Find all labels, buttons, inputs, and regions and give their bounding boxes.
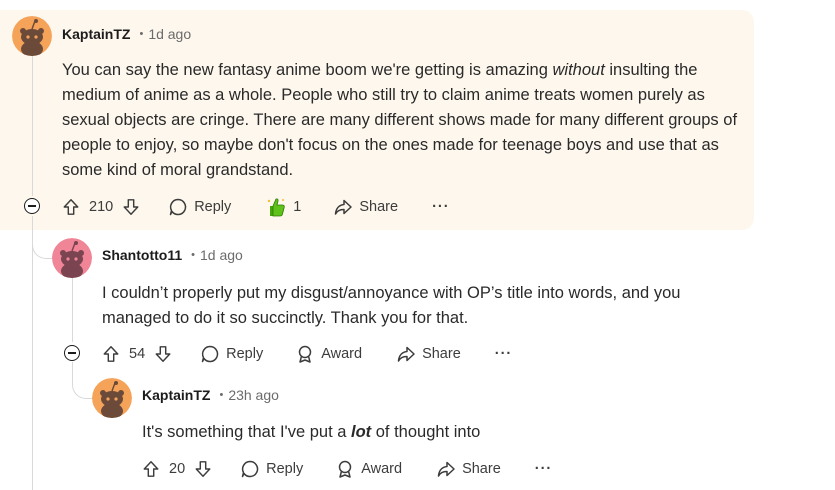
downvote-icon[interactable]	[194, 460, 212, 478]
comment-text-italic: without	[552, 61, 605, 79]
thread-line	[32, 216, 33, 490]
separator-dot: •	[219, 389, 224, 401]
more-options-icon: ···	[534, 461, 553, 477]
avatar[interactable]	[92, 378, 132, 418]
share-arrow-icon	[333, 197, 353, 217]
collapse-thread-button[interactable]	[24, 198, 40, 214]
timestamp[interactable]: 1d ago	[200, 247, 243, 263]
comment-text-bold-italic: lot	[351, 423, 372, 441]
reply-bubble-icon	[240, 459, 260, 479]
award-count: 1	[293, 199, 302, 215]
reply-button[interactable]: Reply	[200, 344, 263, 364]
vote-group: 210	[62, 198, 140, 216]
award-icon	[295, 344, 315, 364]
award-label: Award	[361, 461, 403, 477]
comment-text: You can say the new fantasy anime boom w…	[62, 61, 553, 79]
reply-bubble-icon	[200, 344, 220, 364]
comment-actions: 20 Reply Award Share ···	[142, 454, 552, 484]
upvote-icon[interactable]	[142, 460, 160, 478]
comment-text: of thought into	[371, 423, 481, 441]
vote-group: 54	[102, 345, 172, 363]
more-options-button[interactable]: ···	[495, 346, 513, 362]
vote-group: 20	[142, 460, 212, 478]
collapse-thread-button[interactable]	[64, 345, 80, 361]
downvote-icon[interactable]	[122, 198, 140, 216]
thumbs-up-award-icon	[265, 196, 287, 218]
comment-body: You can say the new fantasy anime boom w…	[62, 58, 752, 183]
award-label: Award	[321, 346, 363, 362]
separator-dot: •	[139, 28, 144, 40]
thread-elbow	[72, 362, 93, 399]
timestamp[interactable]: 1d ago	[148, 26, 191, 42]
separator-dot: •	[191, 249, 195, 261]
share-label: Share	[359, 199, 399, 215]
award-button[interactable]: Award	[335, 459, 402, 479]
share-arrow-icon	[396, 344, 416, 364]
more-options-icon: ···	[494, 346, 513, 362]
comment-meta: KaptainTZ • 1d ago	[62, 26, 191, 42]
reply-button[interactable]: Reply	[168, 197, 231, 217]
upvote-icon[interactable]	[62, 198, 80, 216]
thread-elbow	[32, 230, 53, 259]
reply-label: Reply	[194, 199, 232, 215]
share-button[interactable]: Share	[396, 344, 461, 364]
more-options-button[interactable]: ···	[432, 199, 450, 215]
vote-count: 210	[89, 199, 114, 215]
share-label: Share	[422, 346, 461, 362]
vote-count: 20	[169, 461, 186, 477]
award-button[interactable]: Award	[295, 344, 362, 364]
downvote-icon[interactable]	[154, 345, 172, 363]
comment-body: It's something that I've put a lot of th…	[142, 420, 742, 445]
share-arrow-icon	[436, 459, 456, 479]
upvote-icon[interactable]	[102, 345, 120, 363]
share-label: Share	[462, 461, 501, 477]
more-options-button[interactable]: ···	[535, 461, 553, 477]
comment-meta: KaptainTZ • 23h ago	[142, 387, 279, 403]
timestamp[interactable]: 23h ago	[228, 387, 279, 403]
thread-line	[72, 278, 73, 342]
author-name[interactable]: KaptainTZ	[142, 387, 210, 403]
comment-actions: 54 Reply Award Share ···	[102, 339, 512, 369]
reply-label: Reply	[266, 461, 304, 477]
vote-count: 54	[129, 346, 146, 362]
award-button[interactable]: 1	[265, 196, 301, 218]
author-name[interactable]: Shantotto11	[102, 247, 182, 263]
reply-label: Reply	[226, 346, 264, 362]
author-name[interactable]: KaptainTZ	[62, 26, 130, 42]
reply-bubble-icon	[168, 197, 188, 217]
comment-actions: 210 Reply 1 Share ···	[62, 192, 450, 222]
comment-body: I couldn’t properly put my disgust/annoy…	[102, 284, 681, 327]
share-button[interactable]: Share	[333, 197, 398, 217]
comment-text: It's something that I've put a	[142, 423, 351, 441]
avatar[interactable]	[52, 238, 92, 278]
share-button[interactable]: Share	[436, 459, 501, 479]
more-options-icon: ···	[432, 199, 450, 215]
thread-line	[32, 56, 33, 196]
award-icon	[335, 459, 355, 479]
reply-button[interactable]: Reply	[240, 459, 303, 479]
avatar[interactable]	[12, 16, 52, 56]
comment-meta: Shantotto11 • 1d ago	[102, 247, 243, 263]
